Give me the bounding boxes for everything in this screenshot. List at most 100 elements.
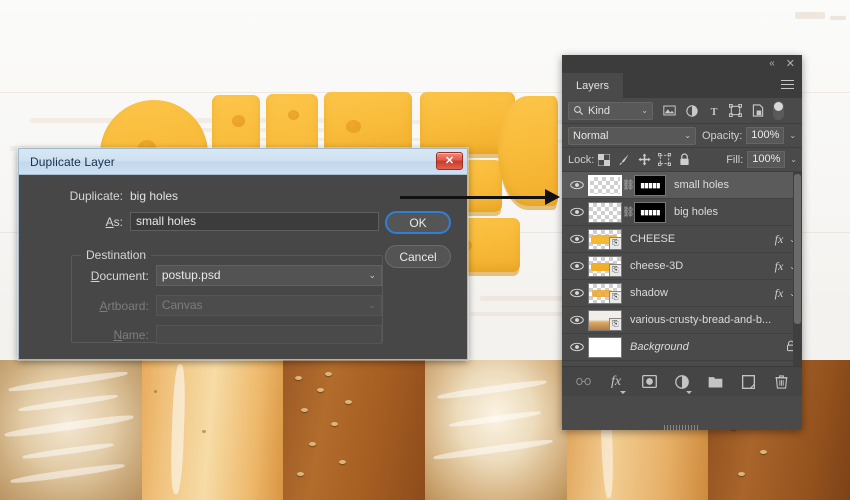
filter-kind-label: Kind [588,104,611,117]
layer-row-shadow[interactable]: ⎘ shadow fx ⌄ [562,280,802,307]
duplicate-layer-dialog: Duplicate Layer ✕ Duplicate: big holes A… [17,147,469,361]
scrollbar-thumb[interactable] [794,174,801,324]
eye-icon[interactable] [566,288,588,298]
lock-row: Lock: Fill: 100% ⌄ [562,148,802,172]
fill-chevron-down-icon[interactable]: ⌄ [790,155,797,164]
layer-row-big-holes[interactable]: ⛓ ▮▮▮▮▮ big holes [562,199,802,226]
layer-row-cheese[interactable]: ⎘ CHEESE fx ⌄ [562,226,802,253]
layer-thumbnail[interactable] [588,174,622,196]
smart-object-badge: ⎘ [609,236,621,249]
eye-icon[interactable] [566,315,588,325]
filter-toggle[interactable] [773,101,784,120]
add-layer-mask-icon[interactable] [641,373,658,390]
smartobject-filter-icon[interactable] [748,102,767,120]
dialog-close-button[interactable]: ✕ [436,152,463,170]
link-icon: ⛓ [622,179,635,191]
blend-mode-select[interactable]: Normal ⌄ [568,126,696,145]
opacity-input[interactable]: 100% [746,127,785,144]
image-lock-icon[interactable] [614,151,634,169]
blend-mode-value: Normal [573,129,609,142]
dialog-buttons: OK Cancel [385,211,451,279]
name-row: Name: [72,325,382,344]
panel-resize-grip[interactable] [664,425,700,430]
filter-kind-select[interactable]: Kind ⌄ [568,101,653,120]
opacity-chevron-down-icon[interactable]: ⌄ [789,131,796,140]
all-lock-icon[interactable] [674,151,694,169]
layer-row-cheese-3d[interactable]: ⎘ cheese-3D fx ⌄ [562,253,802,280]
name-input [155,325,382,344]
as-label: As: [105,214,123,229]
chevron-down-icon: ⌄ [641,106,648,115]
fill-label: Fill: [726,153,744,166]
layer-row-background[interactable]: Background [562,334,802,361]
layer-thumbnail[interactable]: ⎘ [588,255,622,277]
eye-icon[interactable] [566,261,588,271]
chevron-down-icon: ⌄ [684,131,691,140]
layer-mask-thumbnail[interactable]: ▮▮▮▮▮ [634,201,666,223]
layer-name: cheese-3D [630,260,684,272]
cancel-button[interactable]: Cancel [385,245,451,268]
svg-text:T: T [710,106,717,116]
document-row: Document: postup.psd ⌄ [72,265,382,286]
destination-group: Destination Document: postup.psd ⌄ Artbo… [71,248,383,344]
layer-name: small holes [674,179,730,191]
name-label: Name: [113,327,149,342]
new-adjustment-layer-icon[interactable] [674,373,692,394]
eye-icon[interactable] [566,207,588,217]
new-group-icon[interactable] [707,373,724,390]
opacity-label: Opacity: [702,129,743,142]
document-select-value: postup.psd [161,268,221,282]
caret-icon [619,391,626,394]
collapse-panel-icon[interactable]: « [769,59,775,69]
layer-name: CHEESE [630,233,676,245]
artboard-lock-icon[interactable] [654,151,674,169]
new-layer-icon[interactable] [740,373,757,390]
panel-menu-icon[interactable] [781,80,794,91]
layer-thumbnail[interactable]: ⎘ [588,309,622,331]
annotation-arrow-line [400,196,550,199]
eye-icon[interactable] [566,180,588,190]
layers-panel: « ✕ Layers Kind ⌄ T Normal ⌄ Opacity: 10… [562,55,802,430]
position-lock-icon[interactable] [634,151,654,169]
add-layer-style-icon[interactable]: fx [608,373,626,394]
adjustment-filter-icon[interactable] [682,102,701,120]
layer-row-small-holes[interactable]: ⛓ ▮▮▮▮▮ small holes [562,172,802,199]
layer-thumbnail[interactable]: ⎘ [588,282,622,304]
dialog-title: Duplicate Layer [30,154,115,169]
layer-row-various-crusty-bread[interactable]: ⎘ various-crusty-bread-and-b... [562,307,802,334]
delete-layer-icon[interactable] [773,373,790,390]
panel-footer-toolbar: fx [562,366,802,430]
layer-thumbnail[interactable] [588,201,622,223]
document-select[interactable]: postup.psd ⌄ [155,265,382,286]
layer-effects-icon[interactable]: fx [775,286,784,301]
smart-object-badge: ⎘ [609,290,621,303]
eye-icon[interactable] [566,234,588,244]
layer-thumbnail[interactable] [588,336,622,358]
filter-type-icons: T [660,102,767,120]
document-label: Document: [90,268,149,283]
chevron-down-icon: ⌄ [368,300,376,310]
transparency-lock-icon[interactable] [594,151,614,169]
dialog-title-bar: Duplicate Layer ✕ [19,149,467,175]
fill-input[interactable]: 100% [747,151,786,168]
type-filter-icon[interactable]: T [704,102,723,120]
image-filter-icon[interactable] [660,102,679,120]
ok-button[interactable]: OK [385,211,451,234]
tab-layers[interactable]: Layers [562,73,624,98]
eye-icon[interactable] [566,342,588,352]
layer-effects-icon[interactable]: fx [775,232,784,247]
layer-name: Background [630,341,689,353]
layer-mask-thumbnail[interactable]: ▮▮▮▮▮ [634,174,666,196]
layer-effects-icon[interactable]: fx [775,259,784,274]
lock-label: Lock: [568,153,595,166]
panel-top-bar: « ✕ [562,55,802,73]
layer-filter-row: Kind ⌄ T [562,98,802,124]
artboard-select: Canvas ⌄ [155,295,382,316]
shape-filter-icon[interactable] [726,102,745,120]
link-layers-icon[interactable] [575,373,592,390]
layer-thumbnail[interactable]: ⎘ [588,228,622,250]
chevron-down-icon: ⌄ [368,270,376,280]
close-panel-icon[interactable]: ✕ [786,58,795,70]
as-name-input[interactable]: small holes [130,212,379,231]
layer-list-scrollbar[interactable] [793,172,802,366]
